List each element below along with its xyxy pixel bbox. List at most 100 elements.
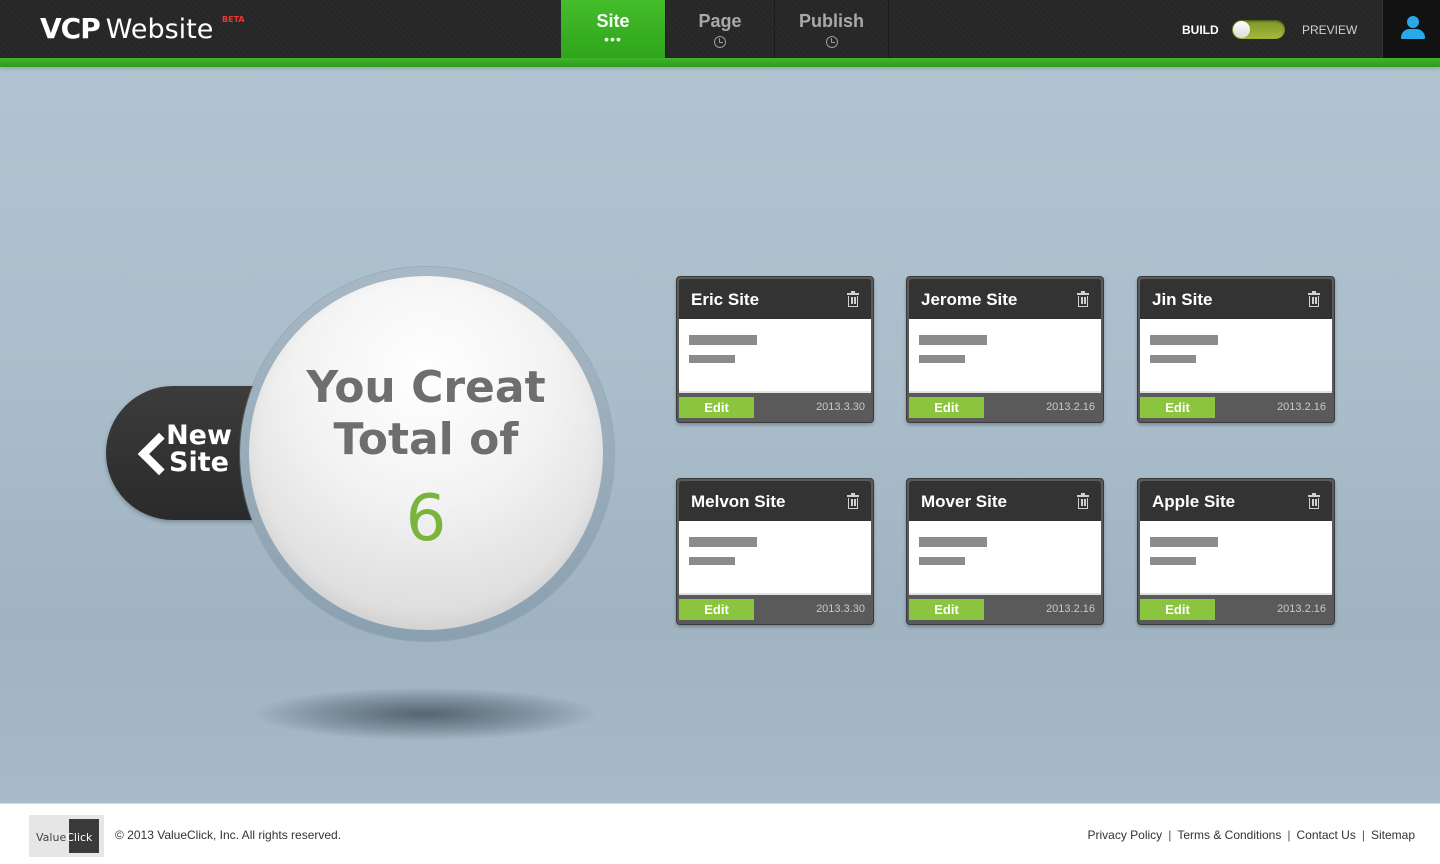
card-preview — [909, 521, 1101, 595]
new-site-label: New Site — [162, 422, 236, 476]
clock-icon — [714, 36, 726, 48]
site-date: 2013.3.30 — [816, 603, 865, 615]
card-header: Melvon Site — [679, 481, 871, 521]
site-card[interactable]: Mover Site Edit 2013.2.16 — [906, 478, 1104, 625]
edit-button[interactable]: Edit — [679, 397, 754, 418]
card-footer: Edit 2013.3.30 — [679, 597, 871, 622]
edit-button[interactable]: Edit — [909, 599, 984, 620]
card-preview — [1140, 521, 1332, 595]
circle-shadow — [255, 688, 595, 740]
site-date: 2013.2.16 — [1277, 603, 1326, 615]
tab-site-label: Site — [596, 11, 630, 31]
toggle-knob[interactable] — [1233, 21, 1250, 38]
card-header: Mover Site — [909, 481, 1101, 521]
card-preview — [679, 319, 871, 393]
trash-icon[interactable] — [1308, 291, 1320, 307]
card-header: Apple Site — [1140, 481, 1332, 521]
user-icon — [1401, 16, 1425, 40]
card-preview — [679, 521, 871, 595]
site-card[interactable]: Melvon Site Edit 2013.3.30 — [676, 478, 874, 625]
card-footer: Edit 2013.2.16 — [909, 395, 1101, 420]
tab-site[interactable]: Site ••• — [561, 0, 665, 58]
trash-icon[interactable] — [847, 493, 859, 509]
build-mode-label: BUILD — [1182, 23, 1219, 37]
placeholder-line — [1150, 355, 1196, 363]
beta-badge: BETA — [222, 15, 245, 24]
site-date: 2013.2.16 — [1046, 401, 1095, 413]
link-divider: | — [1287, 828, 1291, 842]
card-footer: Edit 2013.2.16 — [909, 597, 1101, 622]
card-preview — [1140, 319, 1332, 393]
placeholder-line — [1150, 557, 1196, 565]
logo-text-a: Value — [36, 831, 67, 844]
build-preview-toggle[interactable] — [1232, 20, 1285, 39]
edit-button[interactable]: Edit — [679, 599, 754, 620]
site-card[interactable]: Eric Site Edit 2013.3.30 — [676, 276, 874, 423]
site-card[interactable]: Jerome Site Edit 2013.2.16 — [906, 276, 1104, 423]
site-name: Jin Site — [1152, 290, 1213, 309]
logo-vcp: VCP — [40, 12, 101, 45]
site-date: 2013.2.16 — [1046, 603, 1095, 615]
logo-website: Website — [105, 14, 214, 45]
trash-icon[interactable] — [1077, 291, 1089, 307]
placeholder-line — [689, 335, 757, 345]
placeholder-line — [919, 355, 965, 363]
trash-icon[interactable] — [1308, 493, 1320, 509]
clock-icon — [825, 36, 838, 48]
site-name: Mover Site — [921, 492, 1007, 511]
top-bar: VCP Website BETA Site ••• Page Publish BU… — [0, 0, 1440, 58]
terms-link[interactable]: Terms & Conditions — [1177, 828, 1281, 842]
site-name: Apple Site — [1152, 492, 1236, 511]
site-date: 2013.2.16 — [1277, 401, 1326, 413]
trash-icon[interactable] — [1077, 493, 1089, 509]
edit-button[interactable]: Edit — [909, 397, 984, 418]
preview-mode-label: PREVIEW — [1302, 23, 1358, 37]
placeholder-line — [689, 557, 735, 565]
privacy-policy-link[interactable]: Privacy Policy — [1088, 828, 1163, 842]
tab-page-label: Page — [698, 11, 742, 31]
counter-headline-line2: Total of — [333, 414, 519, 465]
placeholder-line — [919, 537, 987, 547]
trash-icon[interactable] — [847, 291, 859, 307]
site-card[interactable]: Apple Site Edit 2013.2.16 — [1137, 478, 1335, 625]
user-menu-button[interactable] — [1382, 0, 1440, 58]
app-logo[interactable]: VCP Website BETA — [40, 12, 245, 45]
placeholder-line — [689, 355, 735, 363]
page-footer: ValueClick © 2013 ValueClick, Inc. All r… — [0, 803, 1440, 864]
sitemap-link[interactable]: Sitemap — [1371, 828, 1415, 842]
logo-text: ValueClick — [36, 831, 92, 844]
footer-links: Privacy Policy | Terms & Conditions | Contac… — [1088, 828, 1416, 842]
link-divider: | — [1361, 828, 1365, 842]
card-header: Jin Site — [1140, 279, 1332, 319]
site-name: Eric Site — [691, 290, 760, 309]
accent-bar — [0, 58, 1440, 67]
tab-page[interactable]: Page — [665, 0, 774, 58]
site-card[interactable]: Jin Site Edit 2013.2.16 — [1137, 276, 1335, 423]
new-site-label-line2: Site — [169, 447, 229, 478]
site-count: 6 — [405, 482, 447, 556]
placeholder-line — [919, 335, 987, 345]
card-footer: Edit 2013.3.30 — [679, 395, 871, 420]
link-divider: | — [1168, 828, 1172, 842]
tab-publish-label: Publish — [798, 11, 864, 31]
edit-button[interactable]: Edit — [1140, 599, 1215, 620]
card-footer: Edit 2013.2.16 — [1140, 597, 1332, 622]
counter-headline-line1: You Creat — [306, 362, 546, 413]
tab-publish[interactable]: Publish — [774, 0, 889, 58]
card-header: Jerome Site — [909, 279, 1101, 319]
valueclick-logo[interactable]: ValueClick — [29, 815, 104, 857]
placeholder-line — [919, 557, 965, 565]
card-header: Eric Site — [679, 279, 871, 319]
site-name: Melvon Site — [691, 492, 786, 511]
placeholder-line — [1150, 335, 1218, 345]
card-footer: Edit 2013.2.16 — [1140, 395, 1332, 420]
contact-us-link[interactable]: Contact Us — [1296, 828, 1355, 842]
placeholder-line — [689, 537, 757, 547]
edit-button[interactable]: Edit — [1140, 397, 1215, 418]
site-date: 2013.3.30 — [816, 401, 865, 413]
counter-headline: You Creat Total of — [249, 362, 603, 466]
logo-text-b: Click — [66, 831, 93, 844]
copyright-text: © 2013 ValueClick, Inc. All rights reser… — [115, 828, 342, 842]
placeholder-line — [1150, 537, 1218, 547]
site-name: Jerome Site — [921, 290, 1018, 309]
